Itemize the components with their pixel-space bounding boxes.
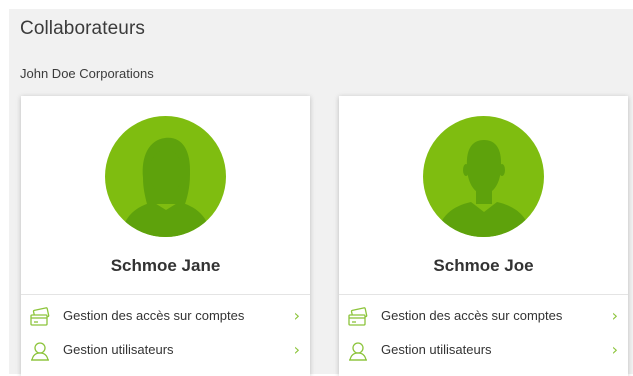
access-accounts-link[interactable]: Gestion des accès sur comptes ›	[21, 303, 310, 331]
male-avatar-icon	[423, 116, 544, 237]
female-avatar-icon	[105, 116, 226, 237]
male-silhouette	[437, 140, 531, 237]
user-icon	[347, 341, 369, 361]
chevron-right-icon: ›	[293, 306, 300, 325]
collaborator-card: Schmoe Joe Gestion des accès sur comptes…	[339, 96, 628, 376]
divider	[21, 294, 310, 295]
access-accounts-label: Gestion des accès sur comptes	[63, 308, 245, 323]
manage-users-label: Gestion utilisateurs	[63, 342, 174, 357]
manage-users-link[interactable]: Gestion utilisateurs ›	[21, 337, 310, 365]
manage-users-label: Gestion utilisateurs	[381, 342, 492, 357]
cards-icon	[29, 307, 51, 327]
page-title: Collaborateurs	[20, 18, 145, 39]
collaborator-name: Schmoe Joe	[433, 256, 534, 275]
divider	[339, 294, 628, 295]
collaborator-name: Schmoe Jane	[110, 256, 221, 275]
access-accounts-link[interactable]: Gestion des accès sur comptes ›	[339, 303, 628, 331]
collaborator-card: Schmoe Jane Gestion des accès sur compte…	[21, 96, 310, 376]
company-name: John Doe Corporations	[20, 66, 154, 81]
access-accounts-label: Gestion des accès sur comptes	[381, 308, 563, 323]
chevron-right-icon: ›	[293, 340, 300, 359]
user-icon	[29, 341, 51, 361]
female-silhouette	[121, 137, 211, 237]
chevron-right-icon: ›	[611, 306, 618, 325]
chevron-right-icon: ›	[611, 340, 618, 359]
manage-users-link[interactable]: Gestion utilisateurs ›	[339, 337, 628, 365]
cards-icon	[347, 307, 369, 327]
